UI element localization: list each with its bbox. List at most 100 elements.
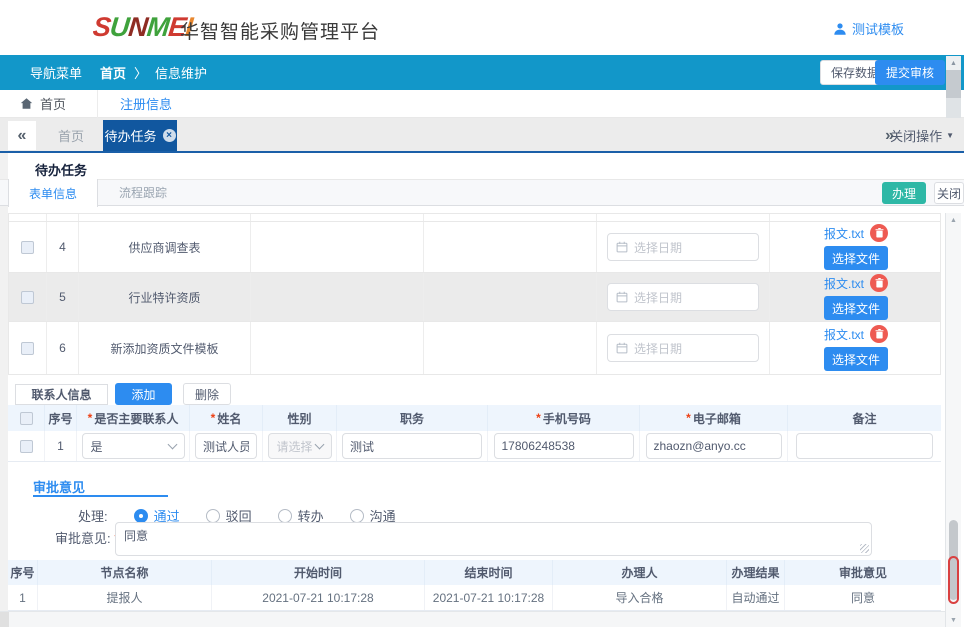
contacts-header-row: 序号 *是否主要联系人 *姓名 性别 职务 *手机号码 *电子邮箱 备注 bbox=[8, 405, 941, 431]
window-tab-home[interactable]: 首页 bbox=[40, 121, 102, 150]
handle-button[interactable]: 办理 bbox=[882, 182, 926, 204]
radio-icon[interactable] bbox=[278, 509, 292, 523]
scrollbar-highlight bbox=[948, 556, 959, 604]
chevron-down-icon bbox=[314, 439, 324, 449]
date-picker-input[interactable]: 选择日期 bbox=[607, 283, 759, 311]
duty-input[interactable] bbox=[342, 433, 482, 459]
column-header: 性别 bbox=[263, 405, 337, 431]
tab-registration-info[interactable]: 注册信息 bbox=[120, 94, 172, 113]
column-header: 办理人 bbox=[553, 560, 727, 585]
gender-select[interactable]: 请选择 bbox=[268, 433, 332, 459]
approval-section-title: 审批意见 bbox=[33, 477, 85, 496]
choose-file-button[interactable]: 选择文件 bbox=[824, 296, 888, 320]
date-placeholder: 选择日期 bbox=[634, 289, 682, 306]
tab-flow-track[interactable]: 流程跟踪 bbox=[98, 179, 188, 206]
breadcrumb-current: 信息维护 bbox=[155, 63, 207, 82]
resize-handle[interactable] bbox=[860, 544, 869, 553]
calendar-icon bbox=[616, 291, 628, 303]
history-header-row: 序号 节点名称 开始时间 结束时间 办理人 办理结果 审批意见 bbox=[8, 560, 941, 585]
choose-file-button[interactable]: 选择文件 bbox=[824, 246, 888, 270]
scroll-up-icon[interactable]: ▲ bbox=[946, 56, 961, 70]
close-button[interactable]: 关闭 bbox=[934, 182, 964, 204]
required-mark: * bbox=[88, 411, 93, 425]
user-name: 测试模板 bbox=[852, 19, 904, 38]
date-picker-input[interactable]: 选择日期 bbox=[607, 334, 759, 362]
breadcrumb-separator: 〉 bbox=[134, 63, 147, 82]
home-icon bbox=[20, 97, 33, 110]
window-tab-todo-active[interactable]: 待办任务 × bbox=[103, 120, 177, 151]
cell: 自动通过 bbox=[727, 585, 785, 610]
user-menu[interactable]: 测试模板 bbox=[833, 19, 904, 38]
tab-close-icon[interactable]: × bbox=[163, 129, 176, 142]
contact-row: 1 是 请选择 bbox=[8, 431, 941, 462]
page-scrollbar-fragment[interactable]: ▲ bbox=[946, 56, 961, 118]
attachments-table: 4 供应商调查表 选择日期 报文.txt 选择文件 bbox=[8, 213, 941, 375]
sidebar-item-home[interactable]: 首页 bbox=[20, 94, 66, 113]
column-header: *电子邮箱 bbox=[640, 405, 788, 431]
row-checkbox[interactable] bbox=[21, 291, 34, 304]
nav-menu-toggle[interactable]: 导航菜单 bbox=[30, 63, 82, 82]
email-input[interactable] bbox=[646, 433, 782, 459]
row-number: 6 bbox=[47, 322, 79, 374]
table-row: 6 新添加资质文件模板 选择日期 报文.txt 选择文件 bbox=[9, 322, 940, 375]
column-header: *是否主要联系人 bbox=[77, 405, 190, 431]
scrollbar-thumb[interactable] bbox=[946, 70, 961, 98]
remark-input[interactable] bbox=[796, 433, 933, 459]
select-all-checkbox[interactable] bbox=[20, 412, 33, 425]
attached-file-link[interactable]: 报文.txt bbox=[824, 225, 864, 242]
contact-name-input[interactable] bbox=[195, 433, 257, 459]
opinion-textarea[interactable]: 同意 bbox=[115, 522, 872, 556]
close-operations-dropdown[interactable]: 关闭操作 ▼ bbox=[890, 121, 954, 150]
choose-file-button[interactable]: 选择文件 bbox=[824, 347, 888, 371]
attachment-name: 新添加资质文件模板 bbox=[79, 322, 251, 374]
row-number: 4 bbox=[47, 222, 79, 272]
date-placeholder: 选择日期 bbox=[634, 340, 682, 357]
delete-contact-button[interactable]: 删除 bbox=[183, 383, 231, 405]
breadcrumb-home[interactable]: 首页 bbox=[100, 63, 126, 82]
scrollbar-corner bbox=[0, 612, 9, 627]
delete-file-button[interactable] bbox=[870, 224, 888, 242]
delete-file-button[interactable] bbox=[870, 274, 888, 292]
user-icon bbox=[833, 22, 847, 36]
handle-label: 处理: bbox=[78, 506, 108, 525]
contacts-section-label: 联系人信息 bbox=[15, 384, 108, 405]
radio-icon[interactable] bbox=[350, 509, 364, 523]
attached-file-link[interactable]: 报文.txt bbox=[824, 326, 864, 343]
column-header: 结束时间 bbox=[425, 560, 553, 585]
mobile-input[interactable] bbox=[494, 433, 634, 459]
app-header: SUNMEI 华智智能采购管理平台 测试模板 bbox=[0, 0, 964, 55]
column-header: 开始时间 bbox=[212, 560, 425, 585]
table-row: 4 供应商调查表 选择日期 报文.txt 选择文件 bbox=[9, 222, 940, 273]
window-tab-label: 待办任务 bbox=[104, 126, 156, 145]
required-mark: * bbox=[211, 411, 216, 425]
tab-form-info[interactable]: 表单信息 bbox=[8, 179, 98, 207]
row-checkbox[interactable] bbox=[20, 440, 33, 453]
attached-file-link[interactable]: 报文.txt bbox=[824, 275, 864, 292]
radio-icon[interactable] bbox=[206, 509, 220, 523]
opinion-text: 同意 bbox=[124, 529, 148, 543]
panel-scrollbar[interactable]: ▲ ▼ bbox=[945, 213, 961, 627]
scroll-up-icon[interactable]: ▲ bbox=[946, 213, 961, 227]
calendar-icon bbox=[616, 241, 628, 253]
row-number: 5 bbox=[47, 273, 79, 321]
approval-title-underline bbox=[33, 495, 168, 497]
row-checkbox[interactable] bbox=[21, 342, 34, 355]
brand-logo: SUNMEI bbox=[91, 12, 193, 43]
tabstrip-accent-border bbox=[0, 151, 964, 153]
tabs-scroll-left-button[interactable]: « bbox=[8, 121, 36, 150]
date-placeholder: 选择日期 bbox=[634, 239, 682, 256]
row-checkbox[interactable] bbox=[21, 241, 34, 254]
primary-contact-select[interactable]: 是 bbox=[82, 433, 185, 459]
column-header: 序号 bbox=[45, 405, 77, 431]
trash-icon bbox=[875, 329, 884, 339]
column-header: 序号 bbox=[8, 560, 38, 585]
date-picker-input[interactable]: 选择日期 bbox=[607, 233, 759, 261]
column-header: 办理结果 bbox=[727, 560, 785, 585]
cell: 2021-07-21 10:17:28 bbox=[425, 585, 553, 610]
scroll-down-icon[interactable]: ▼ bbox=[946, 613, 961, 627]
delete-file-button[interactable] bbox=[870, 325, 888, 343]
add-contact-button[interactable]: 添加 bbox=[115, 383, 172, 405]
radio-selected-icon[interactable] bbox=[134, 509, 148, 523]
table-row-clipped bbox=[9, 214, 940, 222]
submit-review-button[interactable]: 提交审核 bbox=[875, 60, 945, 85]
